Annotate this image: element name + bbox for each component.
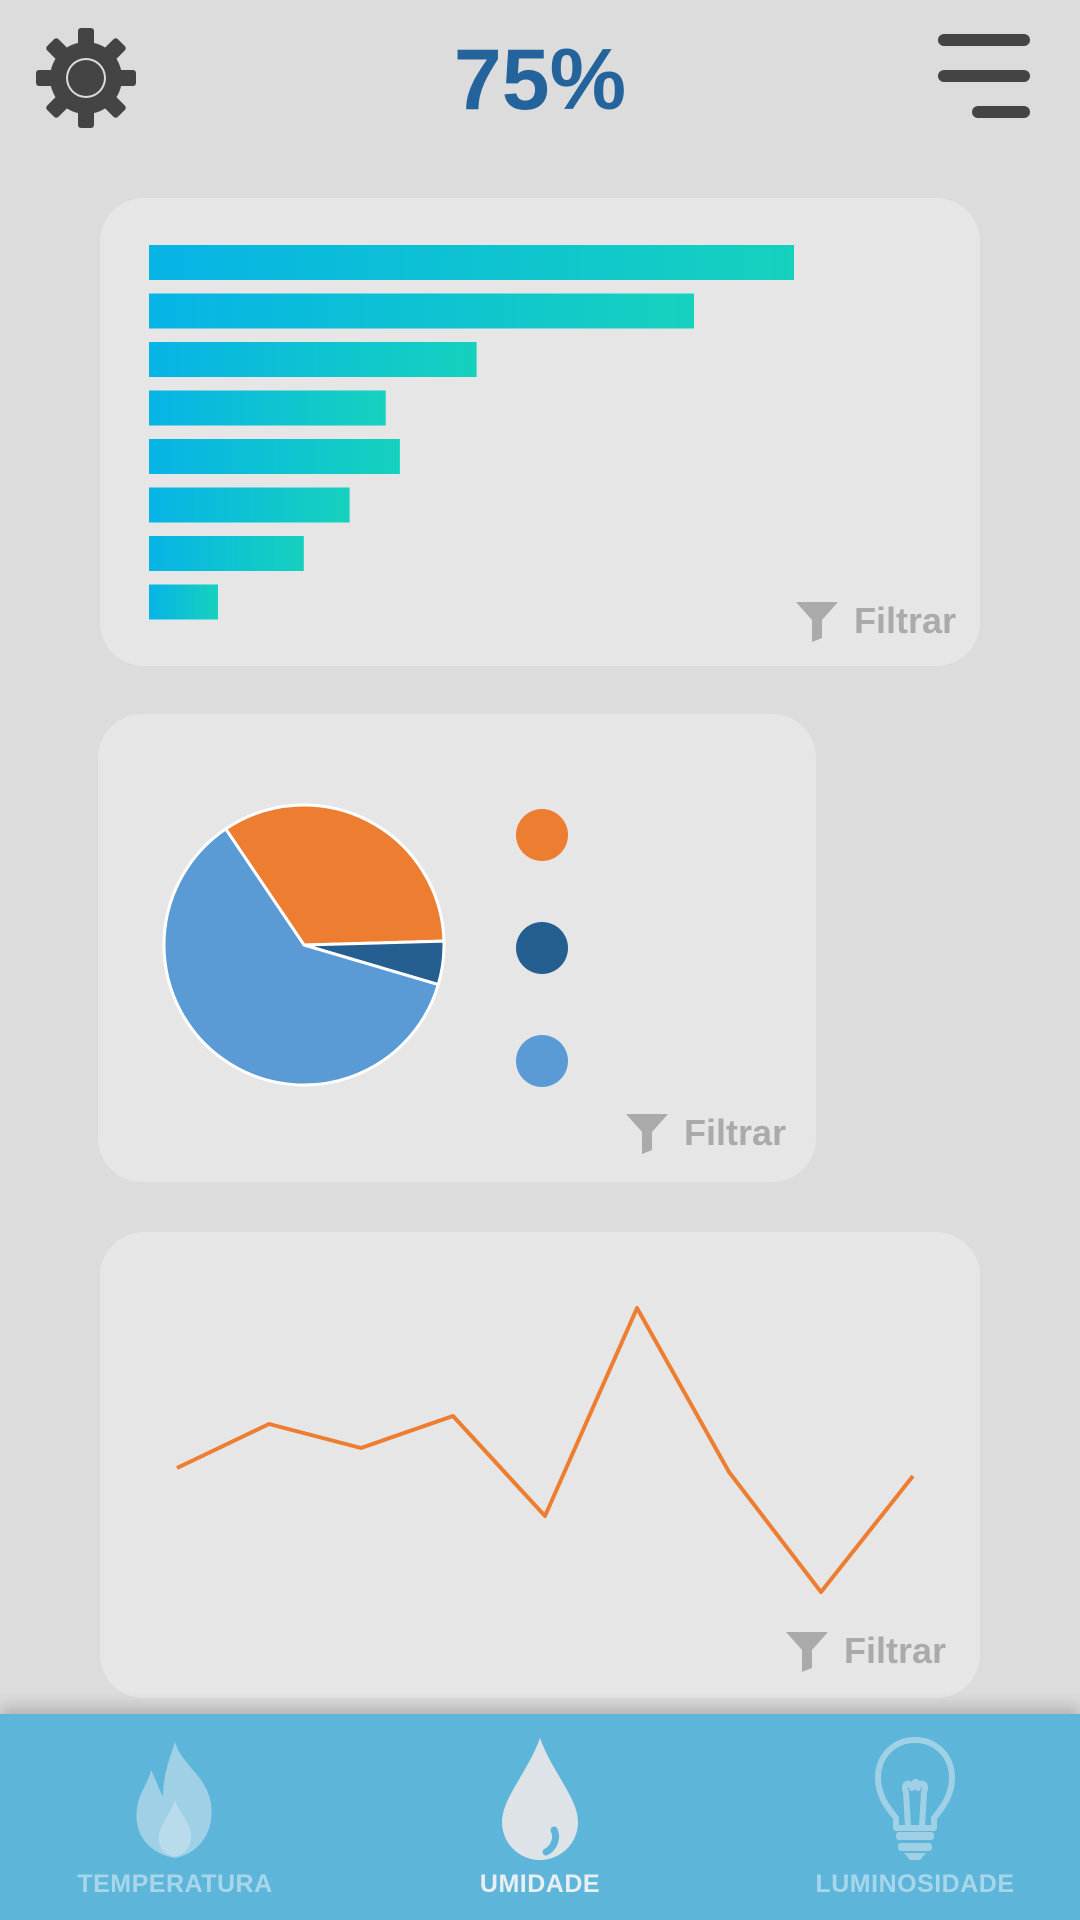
nav-item-umidade[interactable]: UMIDADE [390,1714,690,1920]
legend-marker-3 [516,1035,568,1087]
bar-chart [149,245,794,620]
hamburger-menu-icon[interactable] [938,34,1034,120]
bar-8 [149,584,219,620]
nav-item-temperatura[interactable]: TEMPERATURA [25,1714,325,1920]
nav-item-luminosidade[interactable]: LUMINOSIDADE [765,1714,1065,1920]
line-chart-card: Filtrar [100,1232,980,1698]
bar-5 [149,439,400,474]
filter-button[interactable]: Filtrar [794,600,956,642]
nav-label-luminosidade: LUMINOSIDADE [815,1870,1015,1898]
nav-label-temperatura: TEMPERATURA [77,1870,273,1898]
water-drop-icon [502,1738,578,1860]
funnel-icon [626,1114,668,1154]
filter-label: Filtrar [844,1630,947,1671]
nav-label-umidade: UMIDADE [479,1870,601,1898]
bar-2 [149,293,695,329]
legend-marker-2 [516,922,568,974]
filter-label: Filtrar [854,600,957,641]
filter-button[interactable]: Filtrar [784,1630,946,1672]
pie-chart-card: Filtrar [98,714,816,1182]
bar-6 [149,487,350,523]
page-title: 75% [453,32,627,128]
flame-icon [136,1742,212,1858]
legend-marker-1 [516,809,568,861]
filter-button[interactable]: Filtrar [624,1112,786,1154]
filter-label: Filtrar [684,1112,787,1153]
bar-chart-card: Filtrar [100,198,980,666]
line-chart [176,1306,915,1594]
bar-1 [149,245,794,280]
bottom-navigation: TEMPERATURA UMIDADE LUMINOSIDADE [0,1714,1080,1920]
line-series [176,1306,915,1594]
bar-4 [149,390,386,426]
bar-7 [149,536,304,571]
bar-3 [149,342,477,377]
lightbulb-icon [875,1737,955,1860]
funnel-icon [796,602,838,642]
funnel-icon [786,1632,828,1672]
